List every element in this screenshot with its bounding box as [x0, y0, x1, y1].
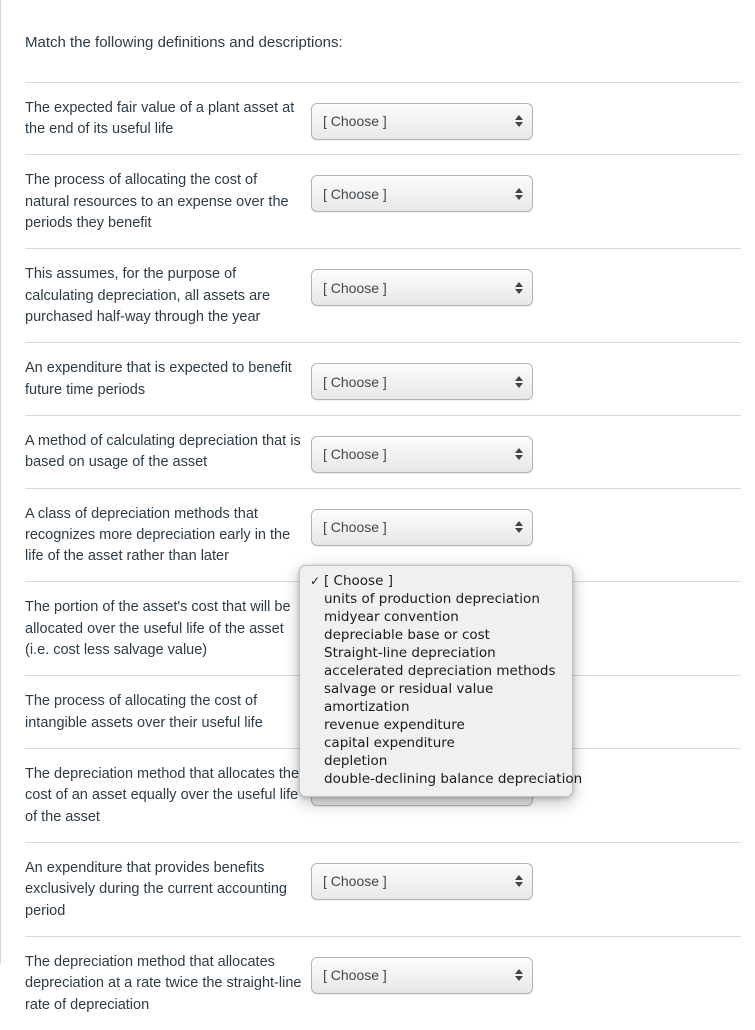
answer-select[interactable]: [ Choose ]: [311, 363, 533, 401]
dropdown-option[interactable]: ✓[ Choose ]: [300, 572, 572, 590]
dropdown-option-label: midyear convention: [324, 609, 459, 625]
dropdown-option-label: salvage or residual value: [324, 681, 494, 697]
match-row-select-wrapper: [ Choose ]: [311, 857, 533, 900]
select-updown-arrows-icon: [515, 521, 523, 533]
match-row-definition: The expected fair value of a plant asset…: [25, 99, 295, 138]
match-row: An expenditure that provides benefits ex…: [25, 841, 741, 936]
match-row-list: The expected fair value of a plant asset…: [1, 81, 755, 1030]
match-row-select-wrapper: [ Choose ]: [311, 503, 533, 546]
match-row: A method of calculating depreciation tha…: [25, 414, 741, 488]
dropdown-option-label: [ Choose ]: [324, 573, 393, 589]
dropdown-option[interactable]: double-declining balance depreciation: [300, 770, 582, 788]
dropdown-option[interactable]: depletion: [300, 752, 572, 770]
answer-select[interactable]: [ Choose ]: [311, 269, 533, 307]
dropdown-option[interactable]: units of production depreciation: [300, 590, 572, 608]
select-updown-arrows-icon: [515, 375, 523, 388]
dropdown-option-label: depletion: [324, 753, 388, 769]
match-row-select-wrapper: [ Choose ]: [311, 951, 533, 994]
answer-select-value: [ Choose ]: [323, 873, 387, 890]
dropdown-option[interactable]: midyear convention: [300, 608, 572, 626]
question-prompt: Match the following definitions and desc…: [25, 34, 343, 51]
dropdown-option[interactable]: amortization: [300, 698, 572, 716]
match-row-definition: The depreciation method that allocates d…: [25, 953, 302, 1013]
match-row: The depreciation method that allocates d…: [25, 935, 741, 1030]
answer-select[interactable]: [ Choose ]: [311, 956, 533, 994]
match-row-definition: The portion of the asset's cost that wil…: [25, 599, 291, 659]
dropdown-option[interactable]: Straight-line depreciation: [300, 644, 572, 662]
dropdown-option[interactable]: revenue expenditure: [300, 716, 572, 734]
answer-select-value: [ Choose ]: [323, 185, 387, 202]
answer-select[interactable]: [ Choose ]: [311, 175, 533, 213]
answer-select-value: [ Choose ]: [323, 113, 387, 130]
dropdown-option-label: double-declining balance depreciation: [324, 771, 583, 787]
answer-select[interactable]: [ Choose ]: [311, 862, 533, 900]
select-updown-arrows-icon: [515, 115, 523, 128]
select-updown-arrows-icon: [515, 969, 523, 982]
checkmark-icon: ✓: [310, 574, 321, 588]
answer-select[interactable]: [ Choose ]: [311, 508, 533, 546]
dropdown-option-label: revenue expenditure: [324, 717, 465, 733]
dropdown-option[interactable]: capital expenditure: [300, 734, 572, 752]
dropdown-option[interactable]: accelerated depreciation methods: [300, 662, 572, 680]
dropdown-option-label: capital expenditure: [324, 735, 455, 751]
answer-select-value: [ Choose ]: [323, 373, 387, 390]
quiz-matching-question: Match the following definitions and desc…: [0, 0, 755, 1013]
match-row-definition: The process of allocating the cost of in…: [25, 693, 263, 731]
answer-select-value: [ Choose ]: [323, 279, 387, 296]
match-row-select-wrapper: [ Choose ]: [311, 430, 533, 473]
match-row-select-wrapper: [ Choose ]: [311, 263, 533, 307]
select-updown-arrows-icon: [515, 281, 523, 294]
answer-select-value: [ Choose ]: [323, 967, 387, 984]
match-row-select-wrapper: [ Choose ]: [311, 169, 533, 213]
match-row: The process of allocating the cost of na…: [25, 154, 741, 248]
dropdown-option-label: units of production depreciation: [324, 591, 540, 607]
match-row-definition: An expenditure that provides benefits ex…: [25, 859, 287, 919]
dropdown-option-label: Straight-line depreciation: [324, 645, 496, 661]
match-row-definition: An expenditure that is expected to benef…: [25, 360, 292, 398]
match-row-definition: The depreciation method that allocates t…: [25, 766, 300, 825]
answer-select[interactable]: [ Choose ]: [311, 102, 533, 140]
match-row-definition: The process of allocating the cost of na…: [25, 172, 289, 231]
dropdown-option[interactable]: salvage or residual value: [300, 680, 572, 698]
answer-select-value: [ Choose ]: [323, 446, 387, 463]
match-row-definition: A method of calculating depreciation tha…: [25, 432, 301, 471]
select-updown-arrows-icon: [515, 875, 523, 888]
match-row-definition: This assumes, for the purpose of calcula…: [25, 266, 271, 325]
dropdown-option-label: accelerated depreciation methods: [324, 663, 556, 679]
match-row: The expected fair value of a plant asset…: [25, 81, 741, 155]
match-row-select-wrapper: [ Choose ]: [311, 97, 533, 140]
select-options-dropdown[interactable]: ✓[ Choose ] units of production depreciat…: [299, 565, 582, 797]
dropdown-option[interactable]: depreciable base or cost: [300, 626, 572, 644]
match-row: An expenditure that is expected to benef…: [25, 342, 741, 415]
answer-select-value: [ Choose ]: [323, 519, 387, 535]
select-updown-arrows-icon: [515, 448, 523, 461]
dropdown-option-label: amortization: [324, 699, 410, 715]
select-updown-arrows-icon: [515, 187, 523, 200]
match-row-select-wrapper: [ Choose ]: [311, 357, 533, 401]
answer-select[interactable]: [ Choose ]: [311, 435, 533, 473]
dropdown-option-label: depreciable base or cost: [324, 627, 490, 643]
match-row-definition: A class of depreciation methods that rec…: [25, 505, 291, 565]
match-row: This assumes, for the purpose of calcula…: [25, 248, 741, 342]
